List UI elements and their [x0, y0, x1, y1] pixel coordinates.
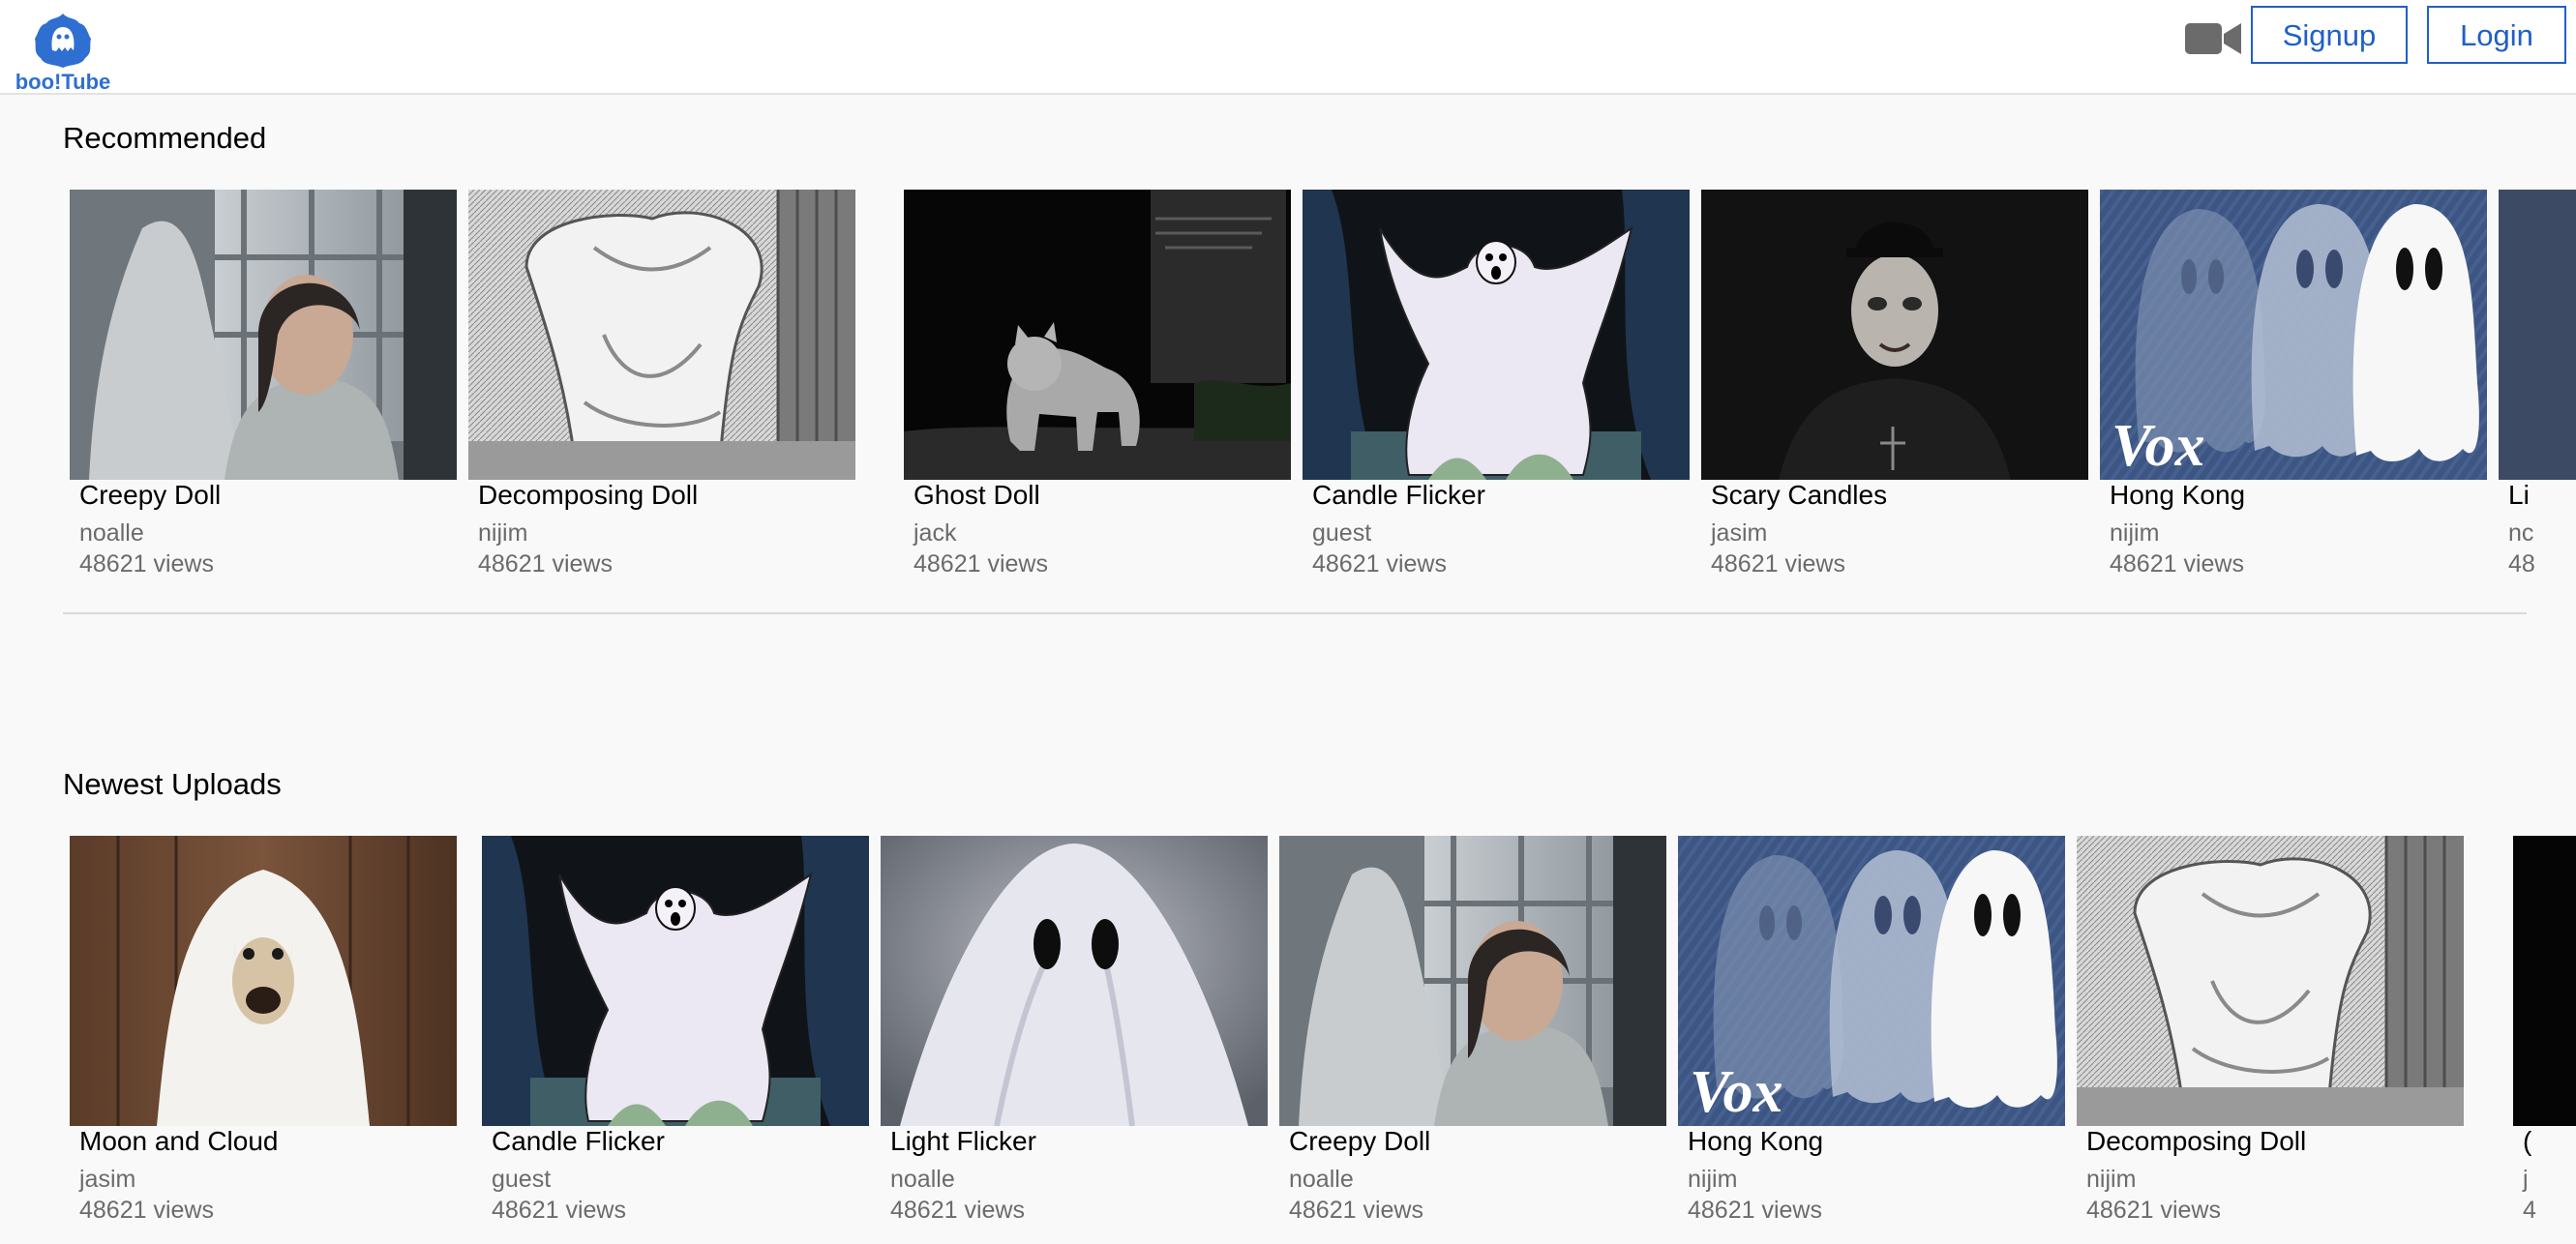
- signup-button[interactable]: Signup: [2251, 6, 2408, 64]
- video-title[interactable]: Li: [2508, 480, 2530, 511]
- newest-uploads-heading: Newest Uploads: [63, 767, 282, 801]
- video-views: 48621 views: [2086, 1197, 2221, 1224]
- video-title[interactable]: (: [2523, 1126, 2531, 1157]
- video-author: nijim: [478, 519, 528, 547]
- video-title[interactable]: Ghost Doll: [914, 480, 1040, 511]
- video-views: 4: [2523, 1197, 2536, 1224]
- site-logo[interactable]: boo!Tube: [8, 8, 116, 94]
- vox-watermark: Vox: [1690, 1059, 1782, 1125]
- video-card[interactable]: ( j 4: [2513, 836, 2576, 1242]
- video-thumbnail[interactable]: [468, 190, 855, 480]
- section-divider: [63, 612, 2527, 614]
- video-thumbnail[interactable]: [1279, 836, 1666, 1126]
- video-views: 48621 views: [1688, 1197, 1822, 1224]
- video-author: jasim: [79, 1166, 136, 1193]
- video-thumbnail[interactable]: Vox: [1678, 836, 2065, 1126]
- video-thumbnail[interactable]: [2499, 190, 2576, 480]
- video-author: noalle: [890, 1166, 955, 1193]
- video-author: nc: [2508, 519, 2534, 547]
- video-author: guest: [492, 1166, 552, 1193]
- video-thumbnail[interactable]: [904, 190, 1291, 480]
- video-author: noalle: [1289, 1166, 1354, 1193]
- video-thumbnail[interactable]: [881, 836, 1268, 1126]
- video-views: 48621 views: [890, 1197, 1025, 1224]
- video-author: nijim: [2110, 519, 2160, 547]
- video-author: jack: [914, 519, 957, 547]
- video-author: jasim: [1711, 519, 1768, 547]
- video-views: 48: [2508, 550, 2535, 578]
- video-title[interactable]: Candle Flicker: [492, 1126, 665, 1157]
- vox-watermark: Vox: [2112, 413, 2204, 479]
- video-views: 48621 views: [2110, 550, 2244, 578]
- video-title[interactable]: Moon and Cloud: [79, 1126, 278, 1157]
- video-author: guest: [1312, 519, 1372, 547]
- video-views: 48621 views: [1312, 550, 1447, 578]
- video-card[interactable]: Li nc 48: [2499, 190, 2576, 596]
- video-author: noalle: [79, 519, 144, 547]
- video-views: 48621 views: [478, 550, 613, 578]
- video-title[interactable]: Decomposing Doll: [478, 480, 698, 511]
- login-button[interactable]: Login: [2427, 6, 2566, 64]
- video-title[interactable]: Light Flicker: [890, 1126, 1036, 1157]
- video-views: 48621 views: [79, 1197, 214, 1224]
- video-title[interactable]: Scary Candles: [1711, 480, 1887, 511]
- video-views: 48621 views: [914, 550, 1048, 578]
- logo-text: boo!Tube: [15, 70, 111, 94]
- video-thumbnail[interactable]: Vox: [2100, 190, 2487, 480]
- video-author: nijim: [1688, 1166, 1738, 1193]
- newest-uploads-row: Moon and Cloud jasim 48621 views Candle …: [0, 836, 2576, 1242]
- video-thumbnail[interactable]: [1701, 190, 2088, 480]
- recommended-row: Creepy Doll noalle 48621 views Decomposi…: [0, 190, 2576, 596]
- video-title[interactable]: Candle Flicker: [1312, 480, 1485, 511]
- recommended-heading: Recommended: [63, 121, 267, 155]
- video-title[interactable]: Creepy Doll: [1289, 1126, 1430, 1157]
- video-author: j: [2523, 1166, 2529, 1193]
- video-views: 48621 views: [1289, 1197, 1423, 1224]
- video-thumbnail[interactable]: [70, 190, 457, 480]
- video-views: 48621 views: [79, 550, 214, 578]
- video-camera-icon[interactable]: [2183, 17, 2243, 60]
- video-author: nijim: [2086, 1166, 2137, 1193]
- video-title[interactable]: Creepy Doll: [79, 480, 221, 511]
- video-views: 48621 views: [492, 1197, 626, 1224]
- video-views: 48621 views: [1711, 550, 1845, 578]
- video-title[interactable]: Decomposing Doll: [2086, 1126, 2306, 1157]
- video-thumbnail[interactable]: [1303, 190, 1690, 480]
- video-thumbnail[interactable]: [2077, 836, 2464, 1126]
- top-navbar: boo!Tube Signup Login: [0, 0, 2576, 95]
- video-thumbnail[interactable]: [70, 836, 457, 1126]
- video-thumbnail[interactable]: [482, 836, 869, 1126]
- video-title[interactable]: Hong Kong: [2110, 480, 2245, 511]
- video-thumbnail[interactable]: [2513, 836, 2576, 1126]
- video-title[interactable]: Hong Kong: [1688, 1126, 1823, 1157]
- ghost-icon: [35, 14, 91, 68]
